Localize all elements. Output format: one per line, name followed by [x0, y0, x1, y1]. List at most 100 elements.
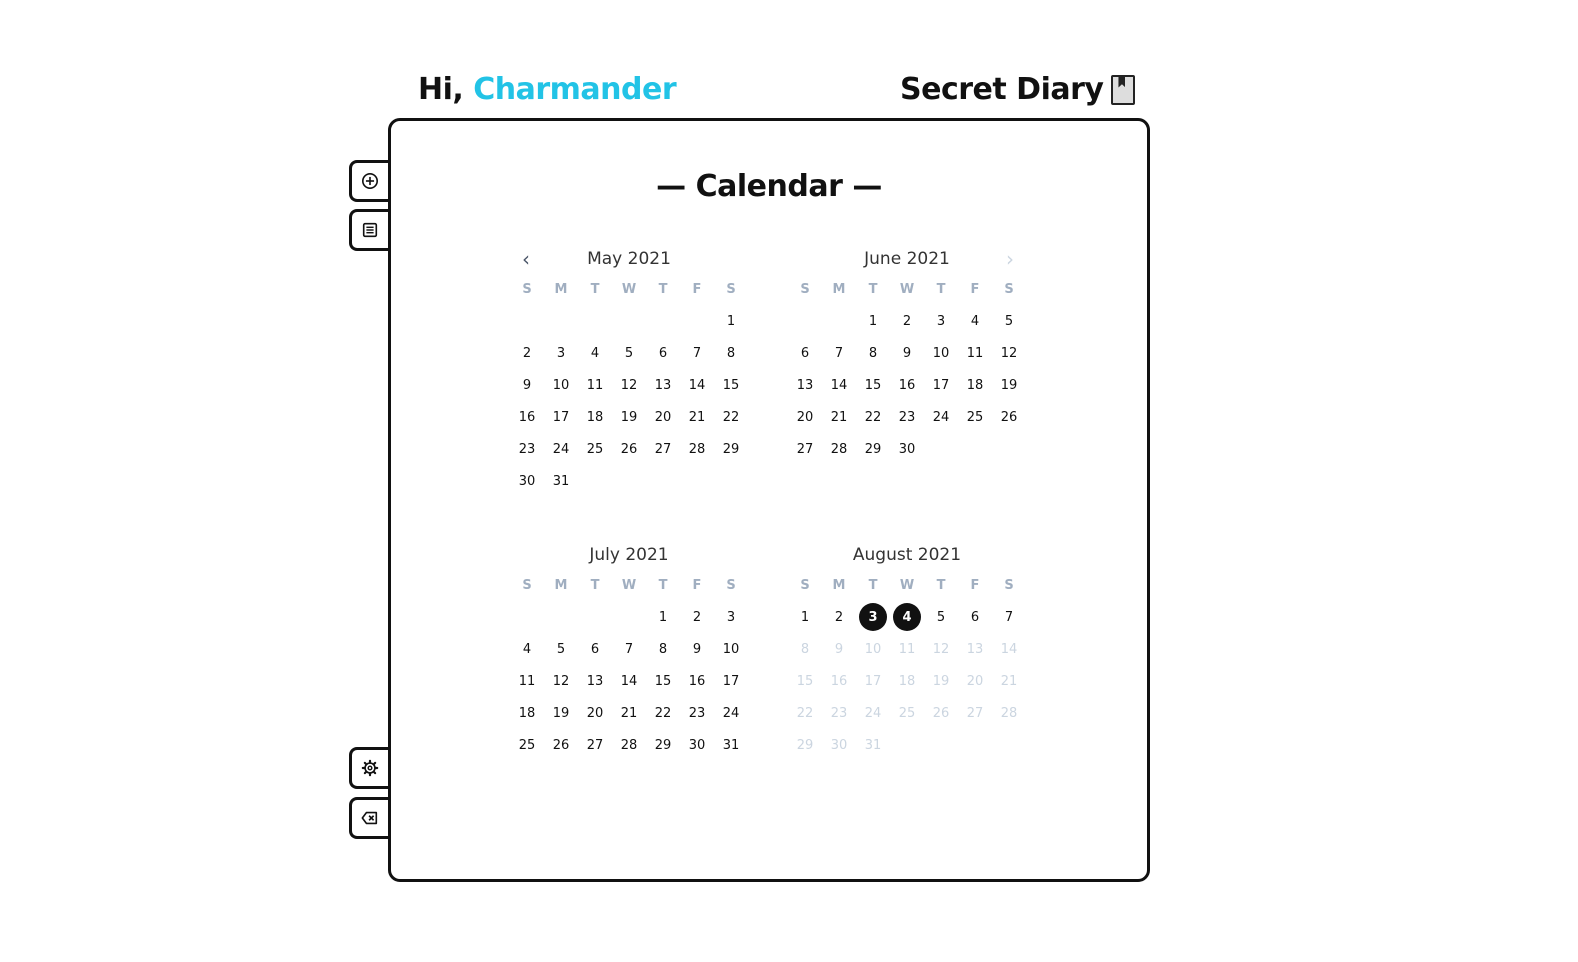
day-cell[interactable]: 7 — [992, 601, 1026, 633]
day-cell[interactable]: 1 — [646, 601, 680, 633]
day-cell[interactable]: 4 — [958, 305, 992, 337]
day-cell[interactable]: 14 — [822, 369, 856, 401]
day-cell[interactable]: 3 — [714, 601, 748, 633]
day-cell[interactable]: 15 — [646, 665, 680, 697]
day-cell[interactable]: 7 — [612, 633, 646, 665]
entry-list-button[interactable] — [349, 209, 388, 251]
day-cell[interactable]: 25 — [958, 401, 992, 433]
day-cell[interactable]: 29 — [856, 433, 890, 465]
day-cell[interactable]: 8 — [714, 337, 748, 369]
day-cell[interactable]: 3 — [924, 305, 958, 337]
day-cell[interactable]: 28 — [822, 433, 856, 465]
day-cell[interactable]: 4 — [510, 633, 544, 665]
day-cell[interactable]: 13 — [788, 369, 822, 401]
day-cell[interactable]: 18 — [510, 697, 544, 729]
day-cell[interactable]: 14 — [612, 665, 646, 697]
day-cell[interactable]: 26 — [992, 401, 1026, 433]
day-cell[interactable]: 15 — [714, 369, 748, 401]
day-cell[interactable]: 22 — [856, 401, 890, 433]
day-cell[interactable]: 11 — [958, 337, 992, 369]
day-cell[interactable]: 3 — [544, 337, 578, 369]
day-cell[interactable]: 24 — [924, 401, 958, 433]
day-cell[interactable]: 23 — [510, 433, 544, 465]
day-cell[interactable]: 26 — [612, 433, 646, 465]
delete-button[interactable] — [349, 797, 388, 839]
day-cell[interactable]: 30 — [510, 465, 544, 497]
day-cell[interactable]: 10 — [544, 369, 578, 401]
day-cell[interactable]: 4 — [578, 337, 612, 369]
day-cell[interactable]: 13 — [578, 665, 612, 697]
day-cell[interactable]: 15 — [856, 369, 890, 401]
day-cell[interactable]: 24 — [714, 697, 748, 729]
day-cell[interactable]: 2 — [510, 337, 544, 369]
day-cell[interactable]: 30 — [890, 433, 924, 465]
day-cell[interactable]: 12 — [992, 337, 1026, 369]
day-cell[interactable]: 14 — [680, 369, 714, 401]
day-cell[interactable]: 18 — [958, 369, 992, 401]
day-cell[interactable]: 2 — [822, 601, 856, 633]
day-cell[interactable]: 17 — [544, 401, 578, 433]
day-cell[interactable]: 25 — [578, 433, 612, 465]
day-cell[interactable]: 19 — [992, 369, 1026, 401]
day-cell[interactable]: 26 — [544, 729, 578, 761]
day-cell[interactable]: 20 — [788, 401, 822, 433]
day-cell[interactable]: 5 — [544, 633, 578, 665]
day-cell[interactable]: 22 — [714, 401, 748, 433]
settings-button[interactable] — [349, 747, 388, 789]
day-cell[interactable]: 1 — [856, 305, 890, 337]
day-cell[interactable]: 27 — [788, 433, 822, 465]
day-cell[interactable]: 18 — [578, 401, 612, 433]
day-cell[interactable]: 30 — [680, 729, 714, 761]
day-cell[interactable]: 9 — [680, 633, 714, 665]
day-cell[interactable]: 12 — [612, 369, 646, 401]
day-cell[interactable]: 16 — [510, 401, 544, 433]
day-cell[interactable]: 10 — [924, 337, 958, 369]
day-cell-with-entry[interactable]: 4 — [890, 601, 924, 633]
day-cell[interactable]: 16 — [680, 665, 714, 697]
day-cell[interactable]: 2 — [890, 305, 924, 337]
day-cell[interactable]: 6 — [788, 337, 822, 369]
day-cell[interactable]: 21 — [680, 401, 714, 433]
day-cell[interactable]: 9 — [510, 369, 544, 401]
day-cell[interactable]: 5 — [992, 305, 1026, 337]
day-cell[interactable]: 29 — [714, 433, 748, 465]
day-cell[interactable]: 27 — [646, 433, 680, 465]
day-cell[interactable]: 10 — [714, 633, 748, 665]
day-cell[interactable]: 11 — [578, 369, 612, 401]
day-cell[interactable]: 7 — [822, 337, 856, 369]
day-cell[interactable]: 20 — [578, 697, 612, 729]
day-cell[interactable]: 16 — [890, 369, 924, 401]
day-cell[interactable]: 6 — [958, 601, 992, 633]
day-cell[interactable]: 6 — [578, 633, 612, 665]
day-cell[interactable]: 19 — [544, 697, 578, 729]
day-cell[interactable]: 5 — [924, 601, 958, 633]
day-cell[interactable]: 9 — [890, 337, 924, 369]
day-cell[interactable]: 20 — [646, 401, 680, 433]
day-cell[interactable]: 24 — [544, 433, 578, 465]
day-cell[interactable]: 7 — [680, 337, 714, 369]
day-cell[interactable]: 28 — [612, 729, 646, 761]
day-cell[interactable]: 27 — [578, 729, 612, 761]
next-month-button[interactable]: › — [1000, 245, 1020, 273]
day-cell[interactable]: 31 — [544, 465, 578, 497]
day-cell[interactable]: 23 — [890, 401, 924, 433]
day-cell[interactable]: 17 — [714, 665, 748, 697]
day-cell[interactable]: 11 — [510, 665, 544, 697]
day-cell[interactable]: 25 — [510, 729, 544, 761]
day-cell[interactable]: 31 — [714, 729, 748, 761]
day-cell[interactable]: 5 — [612, 337, 646, 369]
previous-month-button[interactable]: ‹ — [516, 245, 536, 273]
day-cell[interactable]: 28 — [680, 433, 714, 465]
day-cell[interactable]: 21 — [612, 697, 646, 729]
day-cell[interactable]: 1 — [788, 601, 822, 633]
day-cell[interactable]: 23 — [680, 697, 714, 729]
day-cell-with-entry[interactable]: 3 — [856, 601, 890, 633]
day-cell[interactable]: 12 — [544, 665, 578, 697]
day-cell[interactable]: 29 — [646, 729, 680, 761]
day-cell[interactable]: 21 — [822, 401, 856, 433]
day-cell[interactable]: 1 — [714, 305, 748, 337]
day-cell[interactable]: 8 — [646, 633, 680, 665]
day-cell[interactable]: 2 — [680, 601, 714, 633]
day-cell[interactable]: 8 — [856, 337, 890, 369]
day-cell[interactable]: 19 — [612, 401, 646, 433]
